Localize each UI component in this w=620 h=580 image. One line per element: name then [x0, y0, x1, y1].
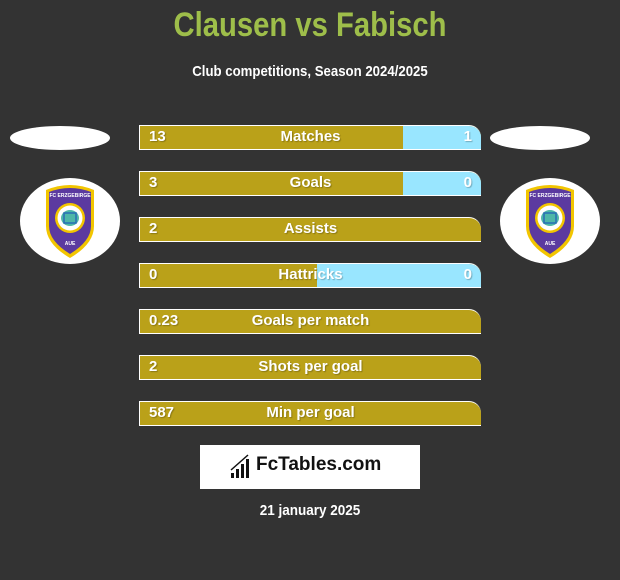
left-player-name-placeholder: [10, 126, 110, 150]
page-title: Clausen vs Fabisch: [173, 6, 447, 44]
logo-text: FcTables.com: [256, 454, 382, 475]
stat-label: Assists: [283, 220, 338, 237]
bar-chart-icon: [230, 454, 249, 478]
svg-text:AUE: AUE: [545, 241, 556, 247]
stat-label: Min per goal: [266, 404, 355, 421]
stat-label: Goals per match: [251, 312, 370, 329]
stat-row-shots-per-goal: 2 Shots per goal: [139, 355, 481, 380]
stat-row-goals-per-match: 0.23 Goals per match: [139, 309, 481, 334]
svg-text:FC ERZGEBIRGE: FC ERZGEBIRGE: [529, 193, 571, 199]
date-label: 21 january 2025: [259, 502, 361, 519]
club-crest-icon: FC ERZGEBIRGE AUE: [46, 185, 94, 258]
svg-text:AUE: AUE: [65, 241, 76, 247]
left-club-crest: FC ERZGEBIRGE AUE: [20, 178, 120, 264]
club-crest-icon: FC ERZGEBIRGE AUE: [526, 185, 574, 258]
stat-label: Goals: [289, 174, 332, 191]
right-value: 1: [463, 128, 472, 145]
stat-row-goals: 3 Goals 0: [139, 171, 481, 196]
season-subtitle: Club competitions, Season 2024/2025: [192, 63, 428, 80]
right-value: 0: [463, 266, 472, 283]
fctables-logo[interactable]: FcTables.com: [200, 445, 420, 489]
stat-row-min-per-goal: 587 Min per goal: [139, 401, 481, 426]
stat-row-hattricks: 0 Hattricks 0: [139, 263, 481, 288]
right-player-name-placeholder: [490, 126, 590, 150]
stat-row-matches: 13 Matches 1: [139, 125, 481, 150]
svg-text:FC ERZGEBIRGE: FC ERZGEBIRGE: [49, 193, 91, 199]
stat-label: Hattricks: [278, 266, 343, 283]
stat-row-assists: 2 Assists: [139, 217, 481, 242]
right-club-crest: FC ERZGEBIRGE AUE: [500, 178, 600, 264]
stat-label: Matches: [280, 128, 341, 145]
right-value: 0: [463, 174, 472, 191]
stat-label: Shots per goal: [258, 358, 363, 375]
